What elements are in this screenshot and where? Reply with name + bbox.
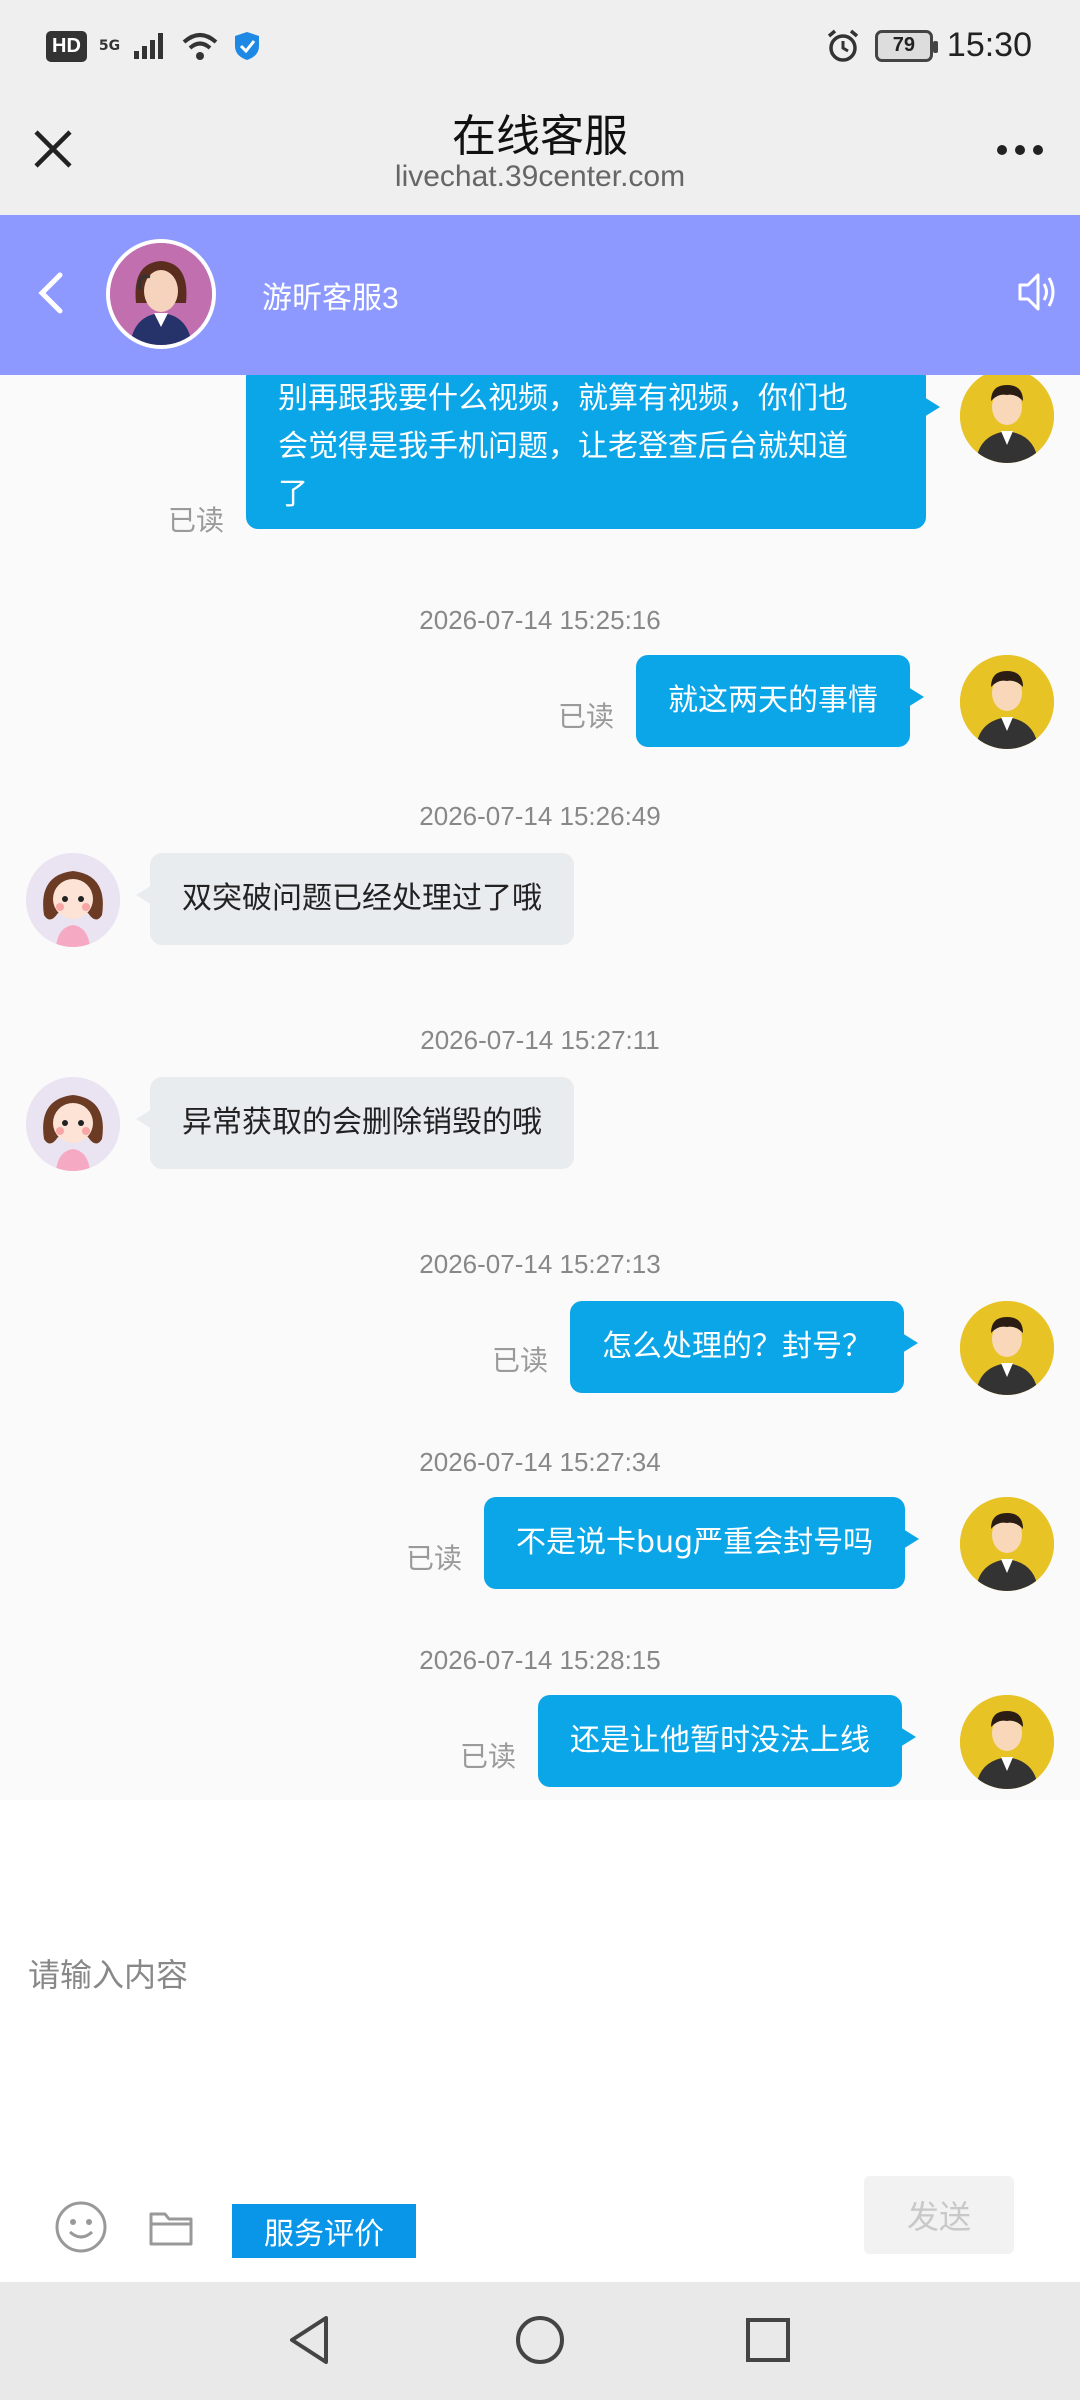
message-text: 还是让他暂时没法上线: [570, 1723, 870, 1758]
read-status: 已读: [492, 1344, 549, 1377]
message-line: 别再跟我要什么视频，就算有视频，你们也: [278, 381, 848, 416]
message-line: 会觉得是我手机问题，让老登查后台就知道: [278, 429, 848, 464]
speaker-icon[interactable]: [1014, 267, 1058, 317]
emoji-icon[interactable]: [54, 2200, 108, 2254]
message-text: 就这两天的事情: [668, 683, 878, 718]
agent-header: 游昕客服3: [0, 215, 1080, 375]
message-bubble-agent[interactable]: 异常获取的会删除销毁的哦: [136, 1077, 574, 1169]
chat-area[interactable]: 已读 别再跟我要什么视频，就算有视频，你们也 会觉得是我手机问题，让老登查后台就…: [0, 375, 1080, 1800]
message-timestamp: 2026-07-14 15:25:16: [419, 605, 661, 635]
user-avatar: [960, 1301, 1054, 1395]
battery-indicator: 79: [874, 29, 938, 62]
wifi-icon: [182, 33, 218, 60]
message-bubble-user[interactable]: 就这两天的事情: [636, 655, 924, 747]
alarm-icon: [827, 29, 859, 62]
user-avatar: [960, 1497, 1054, 1591]
read-status: 已读: [406, 1542, 463, 1575]
agent-name: 游昕客服3: [262, 282, 399, 315]
message-bubble-user[interactable]: 怎么处理的？封号？: [570, 1301, 918, 1393]
send-button[interactable]: 发送: [864, 2176, 1014, 2254]
page-title: 在线客服: [452, 112, 628, 161]
network-label: 5G: [98, 38, 121, 54]
input-area: 请输入内容 服务评价 发送: [0, 1800, 1080, 2282]
title-bar: 在线客服 livechat.39center.com: [0, 100, 1080, 215]
nav-back-icon[interactable]: [278, 2308, 342, 2372]
message-line: 了: [278, 477, 308, 512]
nav-recent-icon[interactable]: [736, 2308, 800, 2372]
message-bubble-agent[interactable]: 双突破问题已经处理过了哦: [136, 853, 574, 945]
clock: 15:30: [946, 26, 1032, 64]
more-icon[interactable]: [990, 130, 1050, 170]
signal-icon: [134, 33, 164, 59]
message-timestamp: 2026-07-14 15:27:13: [419, 1249, 661, 1279]
shield-icon: [235, 32, 260, 60]
agent-avatar: [106, 239, 216, 349]
agent-avatar-image: [110, 243, 212, 345]
status-bar: HD 5G 79 15:30: [0, 0, 1080, 100]
status-right: 79 15:30: [825, 26, 1032, 65]
user-avatar: [960, 1695, 1054, 1789]
read-status: 已读: [558, 700, 615, 733]
status-left: HD 5G: [46, 30, 262, 62]
read-status: 已读: [168, 504, 225, 537]
message-bubble-user[interactable]: 别再跟我要什么视频，就算有视频，你们也 会觉得是我手机问题，让老登查后台就知道 …: [246, 375, 940, 529]
rate-service-button[interactable]: 服务评价: [232, 2204, 416, 2258]
message-bubble-user[interactable]: 还是让他暂时没法上线: [538, 1695, 916, 1787]
message-timestamp: 2026-07-14 15:26:49: [419, 801, 661, 831]
message-timestamp: 2026-07-14 15:27:11: [420, 1025, 660, 1055]
message-bubble-user[interactable]: 不是说卡bug严重会封号吗: [484, 1497, 920, 1589]
user-avatar: [960, 375, 1054, 463]
back-icon[interactable]: [32, 265, 68, 321]
message-timestamp: 2026-07-14 15:27:34: [419, 1447, 661, 1477]
hd-badge: HD: [46, 30, 87, 62]
agent-chat-avatar: [26, 853, 120, 947]
message-text: 双突破问题已经处理过了哦: [182, 881, 542, 916]
agent-chat-avatar: [26, 1077, 120, 1171]
message-text: 怎么处理的？封号？: [602, 1329, 872, 1364]
system-nav-bar: [0, 2282, 1080, 2400]
message-timestamp: 2026-07-14 15:28:15: [419, 1645, 661, 1675]
battery-level: 79: [892, 34, 916, 56]
read-status: 已读: [460, 1740, 517, 1773]
message-text: 不是说卡bug严重会封号吗: [516, 1525, 874, 1560]
page-url: livechat.39center.com: [394, 160, 686, 193]
message-text: 异常获取的会删除销毁的哦: [182, 1105, 542, 1140]
folder-icon[interactable]: [148, 2204, 194, 2250]
message-input[interactable]: 请输入内容: [28, 1950, 188, 1996]
user-avatar: [960, 655, 1054, 749]
nav-home-icon[interactable]: [508, 2308, 572, 2372]
